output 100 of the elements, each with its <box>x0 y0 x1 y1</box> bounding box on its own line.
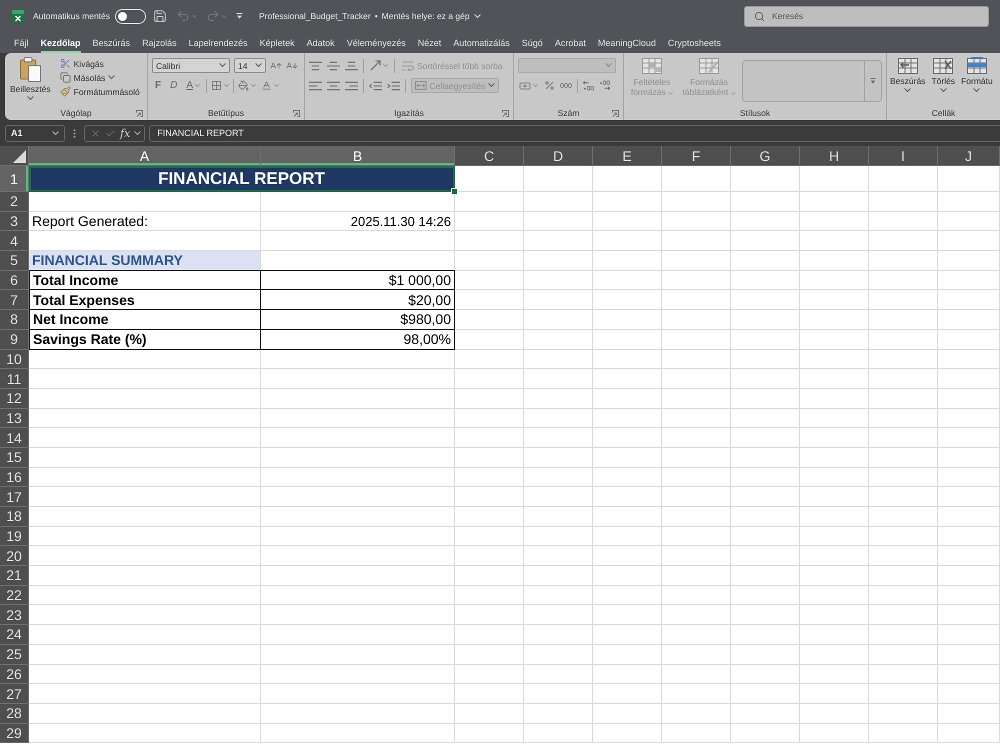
align-right-icon[interactable] <box>345 80 358 90</box>
empty-cell[interactable] <box>869 388 938 409</box>
column-header[interactable]: F <box>662 146 731 166</box>
empty-cell[interactable] <box>524 546 593 566</box>
empty-cell[interactable] <box>593 388 662 409</box>
row-header[interactable]: 13 <box>0 408 29 428</box>
row-header[interactable]: 1 <box>0 166 29 192</box>
empty-cell[interactable] <box>938 212 1000 232</box>
empty-cell[interactable] <box>524 388 593 409</box>
empty-cell[interactable] <box>524 684 593 704</box>
menu-tab[interactable]: Súgó <box>522 38 543 53</box>
empty-cell[interactable] <box>938 350 1000 370</box>
empty-cell[interactable] <box>455 270 524 290</box>
empty-cell[interactable] <box>593 684 662 704</box>
empty-cell[interactable] <box>524 166 593 192</box>
table-cell[interactable]: Total Expenses <box>29 290 261 310</box>
empty-cell[interactable] <box>662 507 731 527</box>
empty-cell[interactable] <box>455 330 524 350</box>
empty-cell[interactable] <box>593 526 662 546</box>
empty-cell[interactable] <box>662 644 731 664</box>
empty-cell[interactable] <box>662 310 731 330</box>
empty-cell[interactable] <box>662 546 731 566</box>
column-header[interactable]: C <box>455 146 524 166</box>
row-header[interactable]: 25 <box>0 644 29 664</box>
empty-cell[interactable] <box>455 566 524 586</box>
indent-decrease-icon[interactable] <box>369 80 382 90</box>
format-painter-button[interactable]: Formátummásoló <box>58 85 142 98</box>
menu-tab[interactable]: Lapelrendezés <box>188 38 248 53</box>
empty-cell[interactable] <box>455 526 524 546</box>
caret-icon[interactable] <box>219 63 226 68</box>
empty-cell[interactable] <box>261 566 455 586</box>
decimal-arrow-right-icon[interactable] <box>599 80 610 91</box>
menu-tab[interactable]: Cryptosheets <box>668 38 721 53</box>
accounting-format-button[interactable] <box>518 80 539 92</box>
row-header[interactable]: 17 <box>0 487 29 507</box>
empty-cell[interactable] <box>869 644 938 664</box>
empty-cell[interactable] <box>662 251 731 271</box>
empty-cell[interactable] <box>938 388 1000 409</box>
empty-cell[interactable] <box>800 369 869 389</box>
caret-icon[interactable] <box>255 63 262 68</box>
empty-cell[interactable] <box>455 625 524 645</box>
empty-cell[interactable] <box>731 166 800 192</box>
empty-cell[interactable] <box>869 526 938 546</box>
row-header[interactable]: 6 <box>0 270 29 290</box>
copy-button[interactable]: Másolás <box>58 71 142 84</box>
empty-cell[interactable] <box>261 448 455 468</box>
column-header[interactable]: B <box>261 146 455 166</box>
empty-cell[interactable] <box>524 310 593 330</box>
row-header[interactable]: 10 <box>0 350 29 370</box>
empty-cell[interactable] <box>455 684 524 704</box>
line-caret-icon[interactable] <box>236 13 244 19</box>
orientation-button[interactable] <box>369 60 389 71</box>
empty-cell[interactable] <box>869 724 938 744</box>
empty-cell[interactable] <box>524 468 593 488</box>
empty-cell[interactable] <box>524 566 593 586</box>
empty-cell[interactable] <box>593 192 662 212</box>
empty-cell[interactable] <box>938 290 1000 310</box>
empty-cell[interactable] <box>800 408 869 428</box>
table-cell[interactable]: $980,00 <box>261 310 455 330</box>
indent-increase-icon[interactable] <box>387 80 400 90</box>
empty-cell[interactable] <box>800 330 869 350</box>
decimal-arrow-left-icon[interactable] <box>583 80 594 91</box>
empty-cell[interactable] <box>261 428 455 448</box>
empty-cell[interactable] <box>455 487 524 507</box>
row-header[interactable]: 18 <box>0 507 29 527</box>
empty-cell[interactable] <box>455 468 524 488</box>
empty-cell[interactable] <box>524 428 593 448</box>
empty-cell[interactable] <box>593 487 662 507</box>
empty-cell[interactable] <box>938 166 1000 192</box>
empty-cell[interactable] <box>662 290 731 310</box>
menu-tab[interactable]: Nézet <box>418 38 442 53</box>
empty-cell[interactable] <box>731 566 800 586</box>
empty-cell[interactable] <box>938 270 1000 290</box>
empty-cell[interactable] <box>593 625 662 645</box>
empty-cell[interactable] <box>455 704 524 724</box>
empty-cell[interactable] <box>869 310 938 330</box>
empty-cell[interactable] <box>731 448 800 468</box>
empty-cell[interactable] <box>869 684 938 704</box>
empty-cell[interactable] <box>800 388 869 409</box>
save-location-button[interactable]: Mentés helye: ez a gép <box>382 11 481 21</box>
empty-cell[interactable] <box>662 704 731 724</box>
empty-cell[interactable] <box>593 704 662 724</box>
align-middle-icon[interactable] <box>327 60 340 70</box>
empty-cell[interactable] <box>938 684 1000 704</box>
empty-cell[interactable] <box>524 408 593 428</box>
empty-cell[interactable] <box>869 704 938 724</box>
empty-cell[interactable] <box>455 388 524 409</box>
empty-cell[interactable] <box>800 684 869 704</box>
empty-cell[interactable] <box>869 487 938 507</box>
row-header[interactable]: 28 <box>0 704 29 724</box>
empty-cell[interactable] <box>869 231 938 252</box>
empty-cell[interactable] <box>524 644 593 664</box>
row-header[interactable]: 14 <box>0 428 29 448</box>
table-cell[interactable]: Savings Rate (%) <box>29 330 261 350</box>
empty-cell[interactable] <box>800 290 869 310</box>
empty-cell[interactable] <box>261 350 455 370</box>
empty-cell[interactable] <box>662 408 731 428</box>
empty-cell[interactable] <box>800 487 869 507</box>
empty-cell[interactable] <box>524 724 593 744</box>
empty-cell[interactable] <box>662 625 731 645</box>
